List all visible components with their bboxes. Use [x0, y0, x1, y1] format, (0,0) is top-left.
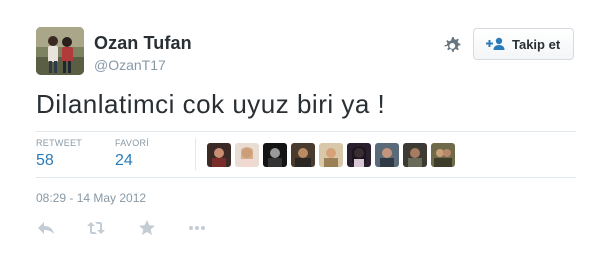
- profile-avatar[interactable]: [36, 27, 84, 75]
- favoriter-avatar[interactable]: [431, 143, 455, 167]
- stats-top-divider: [36, 131, 576, 132]
- favoriter-avatar[interactable]: [291, 143, 315, 167]
- favoriter-avatar[interactable]: [263, 143, 287, 167]
- retweet-count[interactable]: 58: [36, 152, 82, 170]
- stats-bottom-divider: [36, 177, 576, 178]
- follow-button[interactable]: Takip et: [473, 28, 574, 60]
- retweet-stat-label: RETWEET: [36, 138, 83, 148]
- gear-icon[interactable]: [442, 35, 464, 57]
- favoriter-avatar[interactable]: [403, 143, 427, 167]
- favoriter-avatar[interactable]: [207, 143, 231, 167]
- favorite-stat-label: FAVORİ: [115, 138, 150, 148]
- user-handle[interactable]: @OzanT17: [94, 57, 166, 73]
- user-full-name[interactable]: Ozan Tufan: [94, 33, 192, 54]
- follow-user-icon: [486, 37, 506, 51]
- follow-button-label: Takip et: [512, 36, 561, 52]
- favorite-count[interactable]: 24: [115, 152, 149, 170]
- retweet-stat[interactable]: RETWEET 58: [36, 138, 82, 170]
- stats-separator: [195, 138, 196, 170]
- favoriter-avatar[interactable]: [347, 143, 371, 167]
- avatar-photo: [36, 27, 84, 75]
- favoriter-avatar[interactable]: [235, 143, 259, 167]
- tweet-card: Ozan Tufan @OzanT17 Takip et Dilanlatimc…: [0, 0, 614, 261]
- favoriter-avatar[interactable]: [375, 143, 399, 167]
- favoriter-avatars: [207, 143, 459, 167]
- retweet-icon[interactable]: [86, 218, 106, 238]
- favoriter-avatar[interactable]: [319, 143, 343, 167]
- reply-icon[interactable]: [36, 218, 56, 238]
- favorite-stat[interactable]: FAVORİ 24: [115, 138, 149, 170]
- tweet-text: Dilanlatimci cok uyuz biri ya !: [36, 89, 386, 119]
- more-dots-icon[interactable]: [187, 218, 207, 238]
- tweet-timestamp[interactable]: 08:29 - 14 May 2012: [36, 191, 146, 205]
- favorite-star-icon[interactable]: [137, 218, 157, 238]
